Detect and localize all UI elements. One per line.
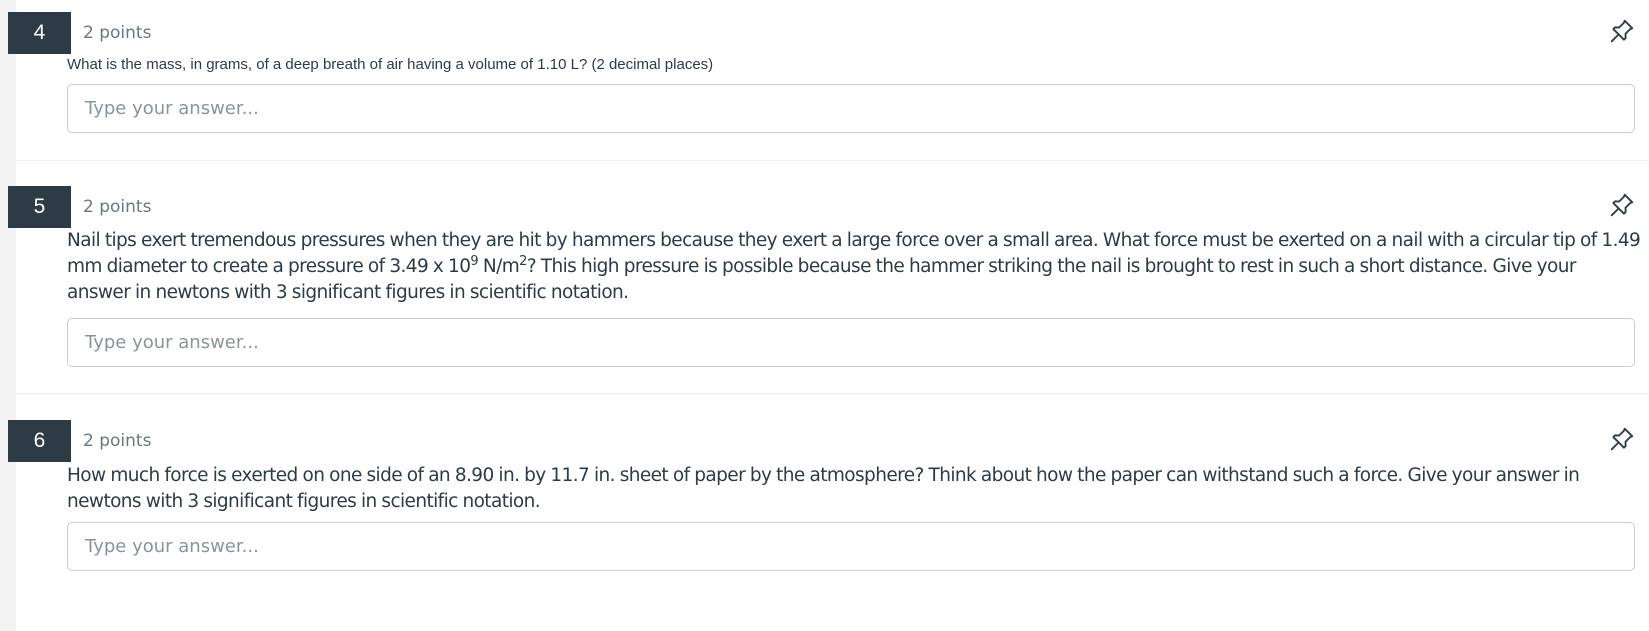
exponent: 2 (519, 254, 527, 269)
question-number-badge: 5 (8, 186, 71, 228)
answer-input[interactable] (67, 522, 1635, 571)
quiz-page: 4 2 points What is the mass, in grams, o… (8, 0, 1649, 631)
question-number-badge: 4 (8, 12, 71, 54)
question-number: 4 (33, 21, 46, 44)
answer-input[interactable] (67, 318, 1635, 367)
exponent: 9 (470, 254, 479, 269)
question-text: What is the mass, in grams, of a deep br… (67, 56, 714, 73)
question-points: 2 points (83, 197, 152, 217)
question-6: 6 2 points How much force is exerted on … (8, 393, 1649, 631)
pin-icon[interactable] (1609, 18, 1635, 44)
question-number: 5 (33, 195, 46, 218)
question-number: 6 (33, 429, 46, 452)
question-text: Nail tips exert tremendous pressures whe… (67, 228, 1642, 306)
question-text-part: N/m (478, 256, 520, 277)
pin-icon[interactable] (1609, 192, 1635, 218)
pin-icon[interactable] (1609, 426, 1635, 452)
answer-input[interactable] (67, 84, 1635, 133)
question-text: How much force is exerted on one side of… (67, 465, 1580, 512)
question-4: 4 2 points What is the mass, in grams, o… (8, 0, 1649, 161)
question-5: 5 2 points Nail tips exert tremendous pr… (8, 160, 1649, 394)
question-points: 2 points (83, 431, 152, 451)
question-points: 2 points (83, 23, 152, 43)
question-number-badge: 6 (8, 420, 71, 462)
